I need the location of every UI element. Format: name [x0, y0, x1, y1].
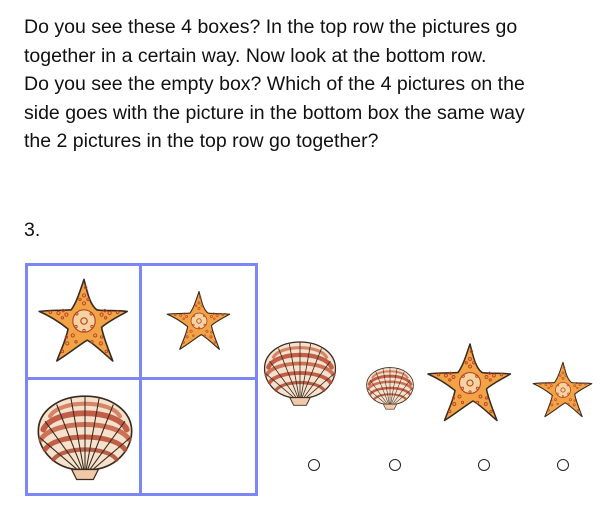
option-4-radio[interactable] [557, 459, 569, 471]
option-2-shell-small[interactable] [365, 365, 415, 411]
option-1-radio[interactable] [308, 459, 320, 471]
grid-cell-top-left [25, 263, 142, 380]
instruction-line: side goes with the picture in the bottom… [24, 101, 525, 124]
instructions-text: Do you see these 4 boxes? In the top row… [24, 13, 604, 156]
shell-large-image [35, 391, 135, 483]
question-number: 3. [24, 219, 41, 241]
grid-cell-empty [139, 377, 258, 496]
shell-small-image [365, 365, 415, 411]
starfish-small-image [531, 358, 595, 422]
instruction-line: Do you see these 4 boxes? In the top row… [24, 16, 518, 38]
instruction-line: Do you see the empty box? Which of the 4… [24, 73, 525, 95]
instruction-line: the 2 pictures in the top row go togethe… [24, 130, 379, 152]
option-3-starfish-large[interactable] [425, 338, 515, 428]
option-3-radio[interactable] [478, 459, 490, 471]
starfish-small-image [165, 287, 233, 355]
starfish-large-image [425, 338, 515, 428]
option-2-radio[interactable] [389, 459, 401, 471]
shell-large-image [262, 338, 338, 408]
option-1-shell-large[interactable] [262, 338, 338, 408]
option-4-starfish-small[interactable] [531, 358, 595, 422]
instruction-line: together in a certain way. Now look at t… [24, 44, 487, 67]
grid-cell-bottom-left [25, 377, 142, 496]
analogy-grid [25, 263, 258, 496]
grid-cell-top-right [139, 263, 258, 380]
starfish-large-image [36, 273, 132, 369]
